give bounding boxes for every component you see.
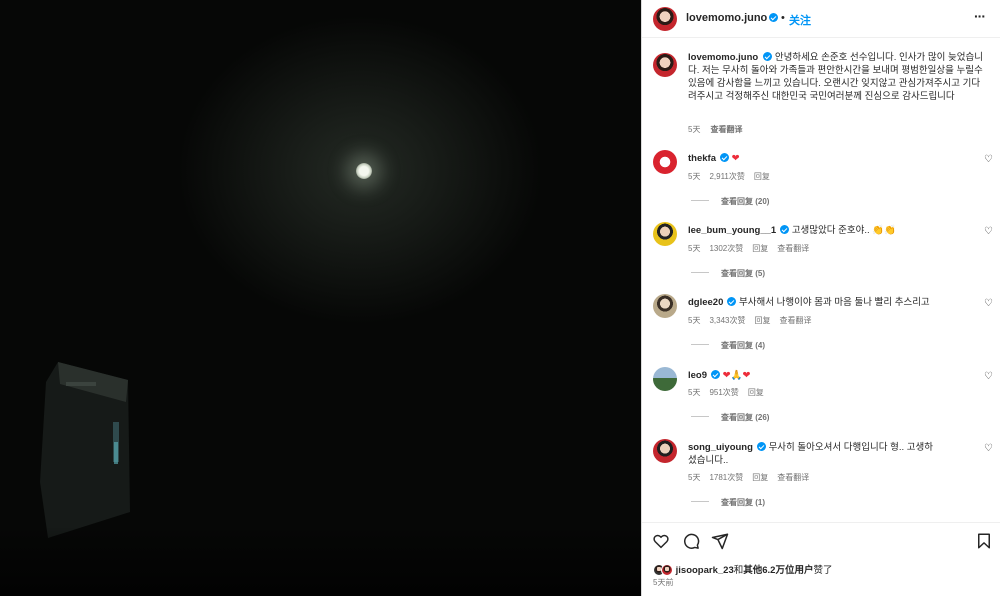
reply-button[interactable]: 回复 xyxy=(752,473,768,482)
verified-badge-icon xyxy=(756,442,766,451)
author-avatar[interactable] xyxy=(653,7,677,31)
see-translation-button[interactable]: 查看翻译 xyxy=(779,316,811,325)
liker-avatar xyxy=(661,564,673,576)
reply-button[interactable]: 回复 xyxy=(752,244,768,253)
caption-time: 5天 xyxy=(688,125,701,134)
commenter-avatar[interactable] xyxy=(653,150,677,174)
comment-like-count: 2,911次赞 xyxy=(709,172,745,181)
commenter-avatar[interactable] xyxy=(653,367,677,391)
replies-line xyxy=(691,501,709,502)
author-username[interactable]: lovemomo.juno xyxy=(686,12,767,24)
comment-meta: 5天 2,911次赞 回复 xyxy=(688,171,779,182)
replies-line xyxy=(691,200,709,201)
comment-meta: 5天 1781次赞 回复 查看翻译 xyxy=(688,472,818,483)
ground xyxy=(0,526,641,596)
comment-text: leo9 ❤🙏❤ xyxy=(688,369,968,382)
reply-button[interactable]: 回复 xyxy=(754,316,770,325)
see-translation-button[interactable]: 查看翻译 xyxy=(777,244,809,253)
replies-line xyxy=(691,416,709,417)
comment-text: dglee20 부사해서 나행이야 몸과 마음 둘나 빨리 추스리고 xyxy=(688,296,988,309)
likes-and: 和 xyxy=(733,565,744,576)
comment-time: 5天 xyxy=(688,473,701,482)
comment-meta: 5天 1302次赞 回复 查看翻译 xyxy=(688,243,818,254)
caption-avatar[interactable] xyxy=(653,53,677,77)
comment-like-count: 951次赞 xyxy=(709,388,739,397)
moon xyxy=(356,163,372,179)
comment-emoji: ❤🙏❤ xyxy=(722,370,751,381)
verified-badge-icon xyxy=(780,225,790,234)
share-icon[interactable] xyxy=(711,532,729,550)
commenter-username[interactable]: lee_bum_young__1 xyxy=(688,225,776,236)
comment-like-count: 3,343次赞 xyxy=(709,316,746,325)
comment-meta: 5天 3,343次赞 回复 查看翻译 xyxy=(688,315,820,326)
caption-username[interactable]: lovemomo.juno xyxy=(688,52,758,63)
comment-body: 부사해서 나행이야 몸과 마음 둘나 빨리 추스리고 xyxy=(739,297,930,308)
comment-text: lee_bum_young__1 고생많았다 준호야.. 👏👏 xyxy=(688,224,968,237)
commenter-avatar[interactable] xyxy=(653,294,677,318)
comment-body: 고생많았다 준호야.. xyxy=(791,225,873,236)
comment-like-icon[interactable]: ♡ xyxy=(984,372,994,382)
reply-button[interactable]: 回复 xyxy=(748,388,764,397)
caption-text: lovemomo.juno 안녕하세요 손준호 선수입니다. 인사가 많이 늦었… xyxy=(688,51,988,103)
view-replies-button[interactable]: 查看回复 (20) xyxy=(691,196,769,207)
commenter-username[interactable]: dglee20 xyxy=(688,297,723,308)
follow-button[interactable]: 关注 xyxy=(789,12,811,28)
likes-summary: jisoopark_23和其他6.2万位用户赞了 xyxy=(653,562,832,576)
verified-badge-icon xyxy=(719,153,729,162)
post-action-bar xyxy=(642,522,1000,558)
post-timestamp[interactable]: 5天前 xyxy=(653,577,673,588)
comment-time: 5天 xyxy=(688,316,701,325)
commenter-username[interactable]: leo9 xyxy=(688,370,707,381)
liker-username[interactable]: jisoopark_23 xyxy=(676,565,734,576)
comment-text: thekfa ❤ xyxy=(688,152,968,165)
comment-like-icon[interactable]: ♡ xyxy=(984,444,994,454)
verified-badge-icon xyxy=(727,297,737,306)
commenter-username[interactable]: thekfa xyxy=(688,153,716,164)
view-replies-button[interactable]: 查看回复 (26) xyxy=(691,412,769,423)
comment-like-count: 1781次赞 xyxy=(709,473,744,482)
commenter-username[interactable]: song_uiyoung xyxy=(688,442,753,453)
commenter-avatar[interactable] xyxy=(653,439,677,463)
comment-text: song_uiyoung 무사히 돌아오셔서 다행입니다 형.. 고생하셨습니다… xyxy=(688,441,938,467)
reply-button[interactable]: 回复 xyxy=(754,172,770,181)
see-translation-button[interactable]: 查看翻译 xyxy=(777,473,809,482)
replies-line xyxy=(691,344,709,345)
comment-emoji: 👏👏 xyxy=(872,225,896,236)
see-translation-button[interactable]: 查看翻译 xyxy=(710,125,742,134)
comment-like-icon[interactable]: ♡ xyxy=(984,299,994,309)
separator-dot: • xyxy=(781,12,785,24)
more-options-icon[interactable]: ··· xyxy=(974,9,986,23)
comment-time: 5天 xyxy=(688,172,701,181)
post-image xyxy=(0,0,641,596)
likes-suffix: 赞了 xyxy=(813,565,833,576)
caption-meta: 5天 查看翻译 xyxy=(688,124,742,135)
post-sidebar: lovemomo.juno • 关注 ··· lovemomo.juno 안녕하… xyxy=(641,0,1000,596)
comment-like-count: 1302次赞 xyxy=(709,244,744,253)
bookmark-icon[interactable] xyxy=(975,532,993,550)
verified-badge-icon xyxy=(769,13,778,22)
comment-icon[interactable] xyxy=(682,532,700,550)
view-replies-button[interactable]: 查看回复 (4) xyxy=(691,340,765,351)
comment-like-icon[interactable]: ♡ xyxy=(984,227,994,237)
replies-line xyxy=(691,272,709,273)
commenter-avatar[interactable] xyxy=(653,222,677,246)
comment-meta: 5天 951次赞 回复 xyxy=(688,387,773,398)
post-header: lovemomo.juno • 关注 ··· xyxy=(642,0,1000,38)
view-replies-button[interactable]: 查看回复 (1) xyxy=(691,497,765,508)
comment-time: 5天 xyxy=(688,388,701,397)
verified-badge-icon xyxy=(711,370,721,379)
verified-badge-icon xyxy=(763,52,773,61)
comment-like-icon[interactable]: ♡ xyxy=(984,155,994,165)
building-silhouette xyxy=(40,362,130,538)
other-likers-link[interactable]: 其他6.2万位用户 xyxy=(743,565,813,576)
comment-time: 5天 xyxy=(688,244,701,253)
view-replies-button[interactable]: 查看回复 (5) xyxy=(691,268,765,279)
heart-icon[interactable] xyxy=(652,532,670,550)
comment-emoji: ❤ xyxy=(731,153,740,164)
